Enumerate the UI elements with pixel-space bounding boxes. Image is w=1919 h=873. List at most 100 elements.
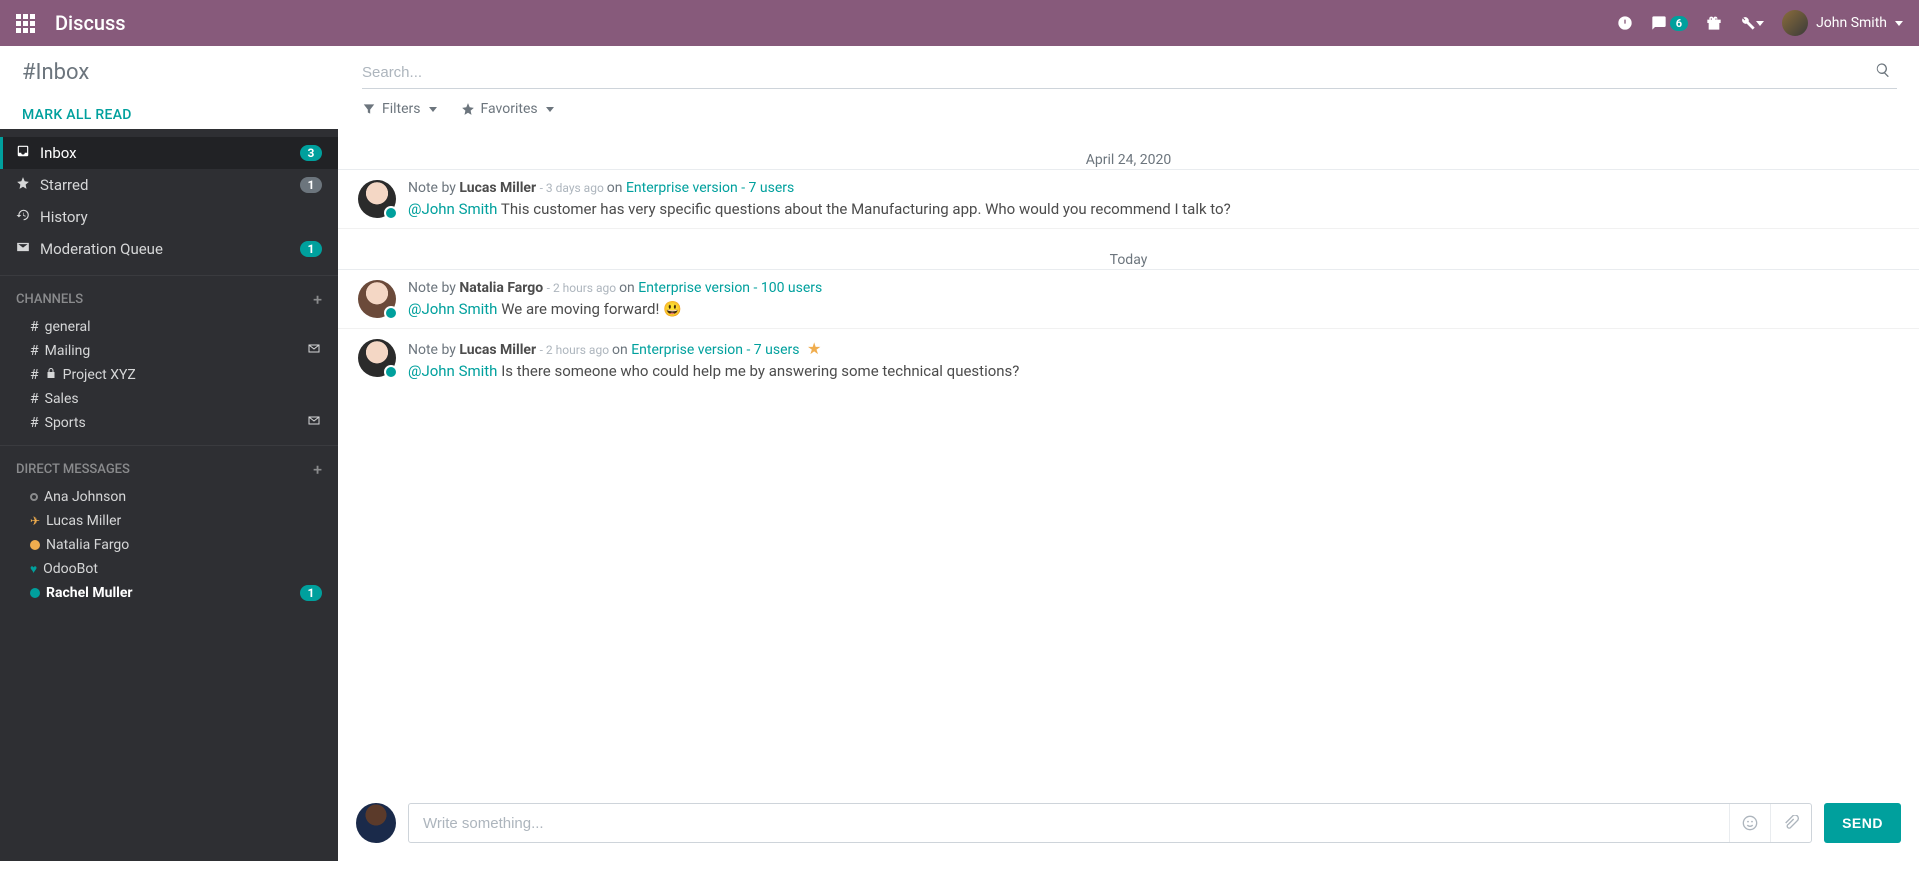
record-link[interactable]: Enterprise version - 7 users — [626, 180, 794, 196]
messages-badge: 6 — [1670, 16, 1688, 31]
topbar: Discuss 6 John Smith — [0, 0, 1919, 46]
send-button[interactable]: SEND — [1824, 803, 1901, 843]
dm-odoobot[interactable]: ♥OdooBot — [0, 557, 338, 581]
activity-icon[interactable] — [1617, 15, 1633, 31]
record-link[interactable]: Enterprise version - 7 users — [631, 342, 799, 358]
dm-label: Lucas Miller — [46, 513, 322, 529]
status-plane-icon: ✈ — [30, 514, 40, 528]
sidebar-badge: 1 — [300, 177, 322, 193]
channel-sports[interactable]: # Sports — [0, 411, 338, 435]
channel-mailing[interactable]: # Mailing — [0, 339, 338, 363]
message: Note by Natalia Fargo - 2 hours ago on E… — [338, 270, 1919, 329]
subheader-right: Filters Favorites — [342, 60, 1897, 117]
message-body: Note by Lucas Miller - 2 hours ago on En… — [408, 339, 1899, 380]
channel-project-xyz[interactable]: # Project XYZ — [0, 363, 338, 387]
add-channel-button[interactable]: + — [313, 290, 322, 309]
sidebar-item-starred[interactable]: Starred 1 — [0, 169, 338, 201]
tools-icon[interactable] — [1740, 15, 1764, 31]
hash-icon: # — [30, 391, 39, 407]
channel-label: Project XYZ — [63, 367, 322, 383]
presence-icon — [384, 306, 398, 320]
sidebar-item-label: Starred — [40, 176, 290, 194]
message-avatar-icon — [358, 339, 396, 377]
on-label: on — [612, 342, 631, 358]
breadcrumb-title: #Inbox — [22, 60, 342, 85]
composer-avatar-icon — [356, 803, 396, 843]
mark-all-read-button[interactable]: MARK ALL READ — [22, 107, 132, 123]
composer-input[interactable] — [409, 815, 1729, 832]
envelope-icon — [16, 240, 30, 258]
star-icon — [16, 176, 30, 194]
sidebar-item-history[interactable]: History — [0, 201, 338, 233]
on-label: on — [607, 180, 626, 196]
body: Inbox 3 Starred 1 History Moderation Que… — [0, 129, 1919, 861]
record-link[interactable]: Enterprise version - 100 users — [638, 280, 822, 296]
sidebar-item-moderation-queue[interactable]: Moderation Queue 1 — [0, 233, 338, 265]
topbar-left: Discuss — [16, 11, 126, 35]
user-menu[interactable]: John Smith — [1782, 10, 1903, 36]
sidebar-item-inbox[interactable]: Inbox 3 — [0, 137, 338, 169]
app-title[interactable]: Discuss — [55, 11, 126, 35]
dm-rachel-muller[interactable]: Rachel Muller 1 — [0, 581, 338, 605]
channel-sales[interactable]: # Sales — [0, 387, 338, 411]
search-icon[interactable] — [1869, 60, 1897, 84]
sidebar: Inbox 3 Starred 1 History Moderation Que… — [0, 129, 338, 861]
sidebar-badge: 3 — [300, 145, 322, 161]
topbar-right: 6 John Smith — [1617, 10, 1903, 36]
message-time: - 3 days ago — [540, 181, 607, 195]
sidebar-item-label: Moderation Queue — [40, 240, 290, 258]
gift-icon[interactable] — [1706, 15, 1722, 31]
sidebar-badge: 1 — [300, 241, 322, 257]
emoji-icon[interactable] — [1729, 804, 1770, 842]
message-content: @John Smith This customer has very speci… — [408, 200, 1899, 218]
message-avatar-icon — [358, 280, 396, 318]
hash-icon: # — [30, 319, 39, 335]
presence-icon — [384, 206, 398, 220]
message: Note by Lucas Miller - 3 days ago on Ent… — [338, 170, 1919, 229]
attachment-icon[interactable] — [1770, 804, 1811, 842]
star-icon[interactable]: ★ — [807, 339, 821, 358]
date-separator: Today — [338, 229, 1919, 270]
message-time: - 2 hours ago — [540, 343, 612, 357]
dm-badge: 1 — [300, 585, 322, 601]
channel-label: Sports — [45, 415, 300, 431]
user-name: John Smith — [1816, 15, 1887, 31]
mention[interactable]: @John Smith — [408, 200, 497, 218]
hash-icon: # — [30, 367, 39, 383]
hash-icon: # — [30, 343, 39, 359]
status-online-icon — [30, 588, 40, 598]
channel-label: Sales — [45, 391, 322, 407]
chevron-down-icon — [429, 107, 437, 112]
channels-heading: CHANNELS + — [0, 275, 338, 315]
dm-lucas-miller[interactable]: ✈ Lucas Miller — [0, 509, 338, 533]
dm-natalia-fargo[interactable]: Natalia Fargo — [0, 533, 338, 557]
user-avatar-icon — [1782, 10, 1808, 36]
message-content: @John Smith Is there someone who could h… — [408, 362, 1899, 380]
channels-title: CHANNELS — [16, 292, 83, 307]
search-input[interactable] — [362, 64, 1869, 81]
filters-button[interactable]: Filters — [362, 101, 437, 117]
message-author: Natalia Fargo — [459, 280, 543, 296]
apps-menu-icon[interactable] — [16, 14, 35, 33]
channel-general[interactable]: # general — [0, 315, 338, 339]
message-text: Is there someone who could help me by an… — [501, 362, 1019, 380]
subheader: #Inbox MARK ALL READ Filters Favorites — [0, 46, 1919, 129]
add-dm-button[interactable]: + — [313, 460, 322, 479]
presence-icon — [384, 365, 398, 379]
chevron-down-icon — [546, 107, 554, 112]
mention[interactable]: @John Smith — [408, 300, 497, 318]
chevron-down-icon — [1756, 21, 1764, 26]
messages-icon[interactable]: 6 — [1651, 15, 1688, 31]
status-away-icon — [30, 540, 40, 550]
favorites-button[interactable]: Favorites — [461, 101, 554, 117]
date-label: April 24, 2020 — [1074, 152, 1183, 168]
dm-ana-johnson[interactable]: Ana Johnson — [0, 485, 338, 509]
main: April 24, 2020 Note by Lucas Miller - 3 … — [338, 129, 1919, 861]
history-icon — [16, 208, 30, 226]
mention[interactable]: @John Smith — [408, 362, 497, 380]
channel-label: general — [45, 319, 322, 335]
message-header: Note by Lucas Miller - 3 days ago on Ent… — [408, 180, 1899, 196]
message-avatar-icon — [358, 180, 396, 218]
composer-input-wrap — [408, 803, 1812, 843]
note-by-label: Note by — [408, 342, 459, 358]
